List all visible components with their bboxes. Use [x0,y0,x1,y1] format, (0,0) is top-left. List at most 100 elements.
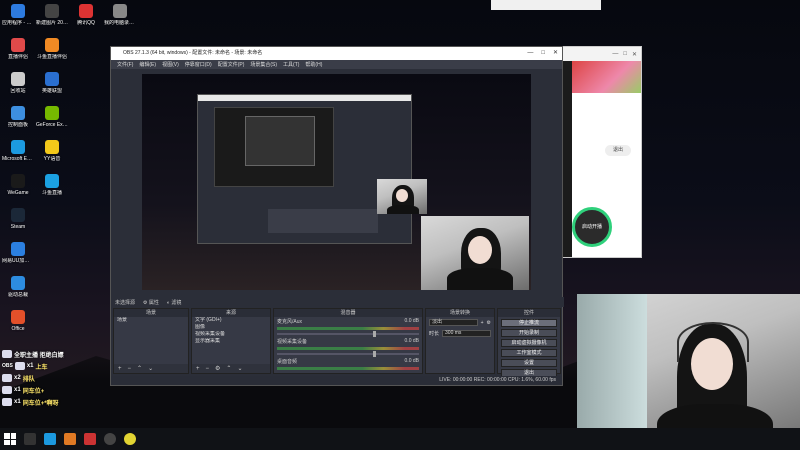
exit-button[interactable]: 退出 [605,145,631,156]
desktop-icon[interactable]: Microsoft Edge [2,140,34,162]
search-icon[interactable] [24,433,36,445]
app-icon [79,4,93,18]
close-icon[interactable]: ✕ [553,47,558,60]
desktop-icon[interactable]: 回收站 [2,72,34,94]
source-item[interactable]: 图像 [192,324,270,331]
desktop-icon[interactable]: 控制面板 [2,106,34,128]
properties-button[interactable]: ⚙ 属性 [143,299,159,306]
obs-icon[interactable] [104,433,116,445]
desktop-icon-label: 斗鱼直播 [41,190,62,196]
overlay-header: 全职主播 拒绝白嫖 [2,348,102,360]
channel-name: 桌面音频 [277,359,298,365]
maximize-icon[interactable]: □ [541,47,545,60]
app-icon [11,106,25,120]
app-icon [11,72,25,86]
app-icon[interactable] [84,433,96,445]
close-icon[interactable]: ✕ [632,51,637,58]
desktop-icon-label: WeGame [7,190,29,196]
stop-streaming-button[interactable]: 停止推流 [501,319,557,327]
desktop-icon[interactable]: YY语音 [36,140,68,162]
transition-select[interactable]: 淡出 [429,319,478,326]
add-icon[interactable]: + [118,366,122,372]
obs-menubar: 文件(F) 编辑(E) 视图(V) 停靠窗口(D) 配置文件(P) 场景集合(S) 工具(T… [111,60,562,69]
menu-item[interactable]: 文件(F) [117,61,133,68]
desktop-icon-label: GeForce Experience [36,122,68,128]
menu-item[interactable]: 编辑(E) [139,61,156,68]
desktop-icon[interactable]: WeGame [2,174,34,196]
app-icon [11,174,25,188]
controls-title: 控件 [498,309,560,317]
desktop-icon-label: 直播伴侣 [7,54,28,60]
desktop-icon[interactable]: 我的电脑录屏 截屏 [104,4,136,26]
remove-icon[interactable]: − [206,366,210,372]
maximize-icon[interactable]: □ [623,51,627,57]
background-app-titlebar: — □ ✕ [558,47,641,61]
desktop-icon[interactable]: 斗鱼直播 [36,174,68,196]
desktop-icon[interactable]: 应用程序 - 快捷方式 [2,4,34,26]
desktop-icon[interactable]: Steam [2,208,34,230]
menu-item[interactable]: 工具(T) [283,61,299,68]
windows-start-icon[interactable] [4,433,16,445]
remove-icon[interactable]: − [128,366,132,372]
mixer-channel: 麦克风/Aux 0.0 dB [274,317,422,337]
desktop-icon[interactable]: 网易UU加速器 [2,242,34,264]
volume-slider[interactable] [277,351,419,357]
filters-button[interactable]: ◐ 滤镜 [167,299,181,306]
menu-item[interactable]: 帮助(H) [305,61,322,68]
desktop-icon[interactable]: 腾讯QQ [70,4,102,26]
source-item[interactable]: 文字 (GDI+) [192,317,270,324]
settings-button[interactable]: 设置 [501,359,557,367]
sources-dock: 来源 文字 (GDI+) 图像 视频采集设备 显示器采集 + − ⚙ ⌃ ⌄ [191,308,271,374]
menu-item[interactable]: 配置文件(P) [218,61,245,68]
obs-preview[interactable] [142,74,531,290]
chevron-up-icon[interactable]: ⌃ [226,365,231,372]
gear-icon[interactable]: ⚙ [215,365,220,372]
add-icon[interactable]: + [481,320,484,326]
edge-icon[interactable] [44,433,56,445]
desktop-icon[interactable]: 新建图片 20210... [36,4,68,26]
source-toolbar: 未选择源 ⚙ 属性 ◐ 滤镜 [111,297,564,307]
desktop-icon[interactable]: 英雄联盟 [36,72,68,94]
scene-item[interactable]: 场景 [114,317,188,324]
app-icon[interactable] [124,433,136,445]
chevron-down-icon[interactable]: ⌄ [237,365,242,372]
start-broadcast-button[interactable]: 启动开播 [572,207,612,247]
desktop-icon-label: 英雄联盟 [41,88,62,94]
desktop-icon[interactable]: GeForce Experience [36,106,68,128]
app-icon [11,276,25,290]
gear-icon[interactable]: ⚙ [487,320,491,326]
channel-db: 0.0 dB [404,338,419,344]
add-icon[interactable]: + [196,366,200,372]
minimize-icon[interactable]: — [527,47,533,60]
chevron-up-icon[interactable]: ⌃ [137,365,142,372]
scenes-dock: 场景 场景 + − ⌃ ⌄ [113,308,189,374]
desktop-icon-label: 新建图片 20210... [36,20,68,26]
channel-name: 麦克风/Aux [277,319,303,325]
controls-dock: 控件 停止推流 开始录制 启动虚拟摄像机 工作室模式 设置 退出 [497,308,561,377]
desktop-icon[interactable]: 直播伴侣 [2,38,34,60]
gift-icon [2,386,12,394]
desktop-icon[interactable]: 斗鱼直播伴侣 [36,38,68,60]
app-icon [11,310,25,324]
desktop-icon[interactable]: 驱动总裁 [2,276,34,298]
minimize-icon[interactable]: — [612,51,618,57]
source-item[interactable]: 显示器采集 [192,338,270,345]
chevron-down-icon[interactable]: ⌄ [148,365,153,372]
volume-slider[interactable] [277,331,419,337]
app-icon [45,38,59,52]
volume-meter [277,347,419,350]
menu-item[interactable]: 停靠窗口(D) [185,61,212,68]
app-icon [45,72,59,86]
mixer-channel: 桌面音频 0.0 dB [274,357,422,377]
source-item[interactable]: 视频采集设备 [192,331,270,338]
studio-mode-button[interactable]: 工作室模式 [501,349,557,357]
menu-item[interactable]: 场景集合(S) [250,61,277,68]
preview-webcam [421,216,529,290]
start-recording-button[interactable]: 开始录制 [501,329,557,337]
menu-item[interactable]: 视图(V) [162,61,179,68]
desktop-icon[interactable]: Office [2,310,34,332]
duration-input[interactable]: 300 ms [442,330,491,337]
overlay-line: x1 同车位+ [2,384,102,396]
app-icon[interactable] [64,433,76,445]
virtual-camera-button[interactable]: 启动虚拟摄像机 [501,339,557,347]
